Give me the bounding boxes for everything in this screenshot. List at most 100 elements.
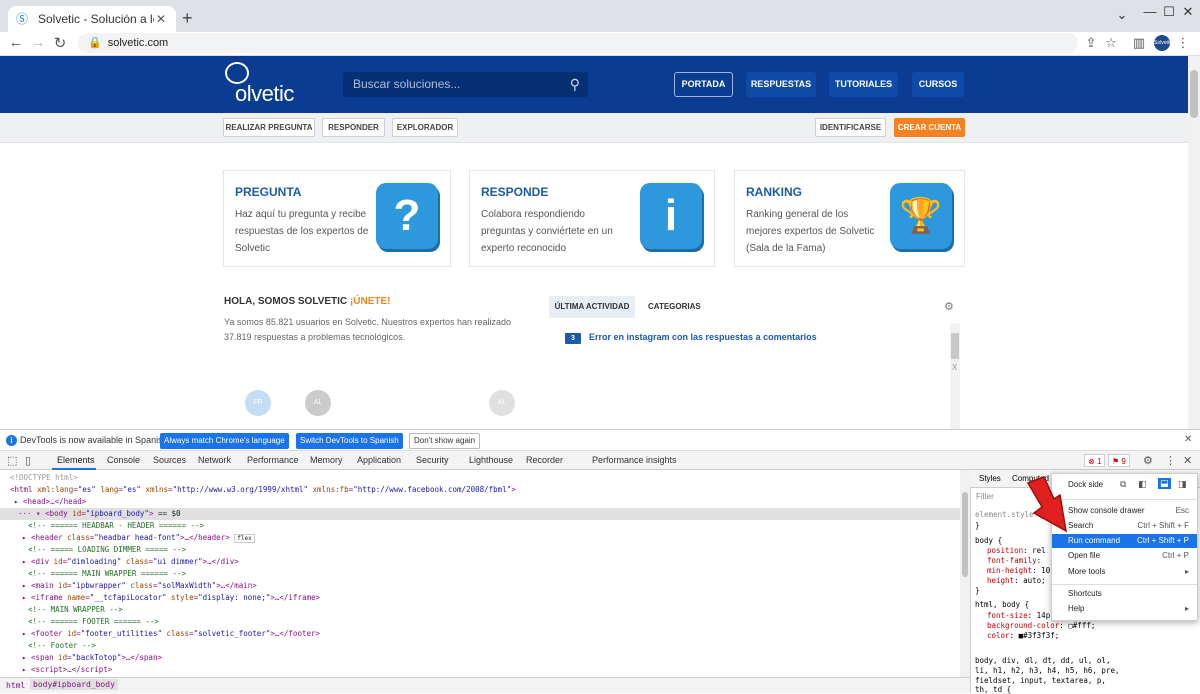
- menu-item-shortcuts[interactable]: Shortcuts: [1052, 587, 1197, 601]
- dom-comment[interactable]: <!-- ====== HEADBAR - HEADER ====== -->: [28, 520, 204, 532]
- gear-icon[interactable]: ⚙: [944, 300, 954, 313]
- style-decl[interactable]: height: auto;: [987, 576, 1046, 585]
- dom-line[interactable]: ▸ <script>…</script>: [22, 664, 112, 676]
- browser-tab[interactable]: Ⓢ Solvetic - Solución a los problem ✕: [8, 6, 176, 32]
- login-button[interactable]: IDENTIFICARSE: [815, 118, 886, 137]
- menu-item-search[interactable]: Search Ctrl + Shift + F: [1052, 519, 1197, 533]
- tab-console[interactable]: Console: [107, 455, 140, 465]
- elements-scrollbar[interactable]: [960, 470, 970, 677]
- style-decl[interactable]: font-family:: [987, 556, 1041, 565]
- scroll-thumb[interactable]: [962, 492, 968, 577]
- close-icon[interactable]: ✕: [1184, 434, 1192, 445]
- menu-item-console-drawer[interactable]: Show console drawer Esc: [1052, 504, 1197, 518]
- dom-comment[interactable]: <!-- ====== FOOTER ====== -->: [28, 616, 159, 628]
- menu-item-help[interactable]: Help ▸: [1052, 602, 1197, 616]
- forward-icon[interactable]: →: [28, 34, 48, 51]
- elements-dom-tree[interactable]: <!DOCTYPE html> <html xml:lang="es" lang…: [0, 470, 960, 677]
- nav-respuestas[interactable]: RESPUESTAS: [746, 72, 816, 97]
- switch-spanish-button[interactable]: Switch DevTools to Spanish: [296, 433, 403, 449]
- new-tab-button[interactable]: +: [182, 8, 193, 29]
- warning-count-badge[interactable]: ⚑ 9: [1108, 454, 1130, 467]
- dom-comment[interactable]: <!-- MAIN WRAPPER -->: [28, 604, 123, 616]
- nav-tutoriales[interactable]: TUTORIALES: [829, 72, 898, 97]
- avatar[interactable]: AL: [305, 390, 331, 416]
- tab-recorder[interactable]: Recorder: [526, 455, 563, 465]
- tab-styles[interactable]: Styles: [979, 474, 1001, 483]
- dom-line[interactable]: ▸ <footer id="footer_utilities" class="s…: [22, 628, 320, 640]
- dont-show-again-button[interactable]: Don't show again: [409, 433, 481, 449]
- nav-cursos[interactable]: CURSOS: [912, 72, 964, 97]
- close-window-button[interactable]: ✕: [1176, 4, 1200, 20]
- menu-kebab-icon[interactable]: ⋮: [1174, 35, 1192, 51]
- avatar[interactable]: AL: [489, 390, 515, 416]
- menu-item-more-tools[interactable]: More tools ▸: [1052, 565, 1197, 579]
- tab-network[interactable]: Network: [198, 455, 231, 465]
- match-language-button[interactable]: Always match Chrome's language: [160, 433, 289, 449]
- dom-line[interactable]: ▸ <header class="headbar head-font">…</h…: [22, 532, 255, 544]
- style-decl[interactable]: background-color: ▢#fff;: [987, 621, 1095, 630]
- style-rule[interactable]: li, h1, h2, h3, h4, h5, h6, pre,: [975, 666, 1120, 675]
- card-responde[interactable]: RESPONDE Colabora respondiendo preguntas…: [469, 170, 715, 267]
- style-decl[interactable]: min-height: 10: [987, 566, 1050, 575]
- dock-undock-icon[interactable]: ⧉: [1120, 479, 1126, 490]
- explorer-button[interactable]: EXPLORADOR: [392, 118, 458, 137]
- error-count-badge[interactable]: ⊗ 1: [1084, 454, 1106, 467]
- share-icon[interactable]: ⇪: [1082, 35, 1100, 51]
- dock-bottom-icon[interactable]: ⬓: [1158, 478, 1171, 489]
- tab-lighthouse[interactable]: Lighthouse: [469, 455, 513, 465]
- settings-gear-icon[interactable]: ⚙: [1143, 454, 1153, 467]
- dom-line[interactable]: ▸ <iframe name="__tcfapiLocator" style="…: [22, 592, 320, 604]
- address-bar[interactable]: 🔒 solvetic.com: [78, 33, 1078, 53]
- dom-comment[interactable]: <!-- Footer -->: [28, 640, 96, 652]
- tab-application[interactable]: Application: [357, 455, 401, 465]
- reload-icon[interactable]: ↻: [50, 34, 70, 52]
- dom-line[interactable]: ▸ <main id="ipbwrapper" class="solMaxWid…: [22, 580, 257, 592]
- tab-ultima-actividad[interactable]: ÚLTIMA ACTIVIDAD: [549, 296, 635, 318]
- close-devtools-icon[interactable]: ✕: [1183, 454, 1192, 467]
- activity-item[interactable]: 3 Error en instagram con las respuestas a…: [565, 332, 817, 344]
- style-decl[interactable]: color: ■#3f3f3f;: [987, 631, 1059, 640]
- tab-memory[interactable]: Memory: [310, 455, 343, 465]
- styles-filter-input[interactable]: Filter: [976, 492, 994, 501]
- dom-line-selected[interactable]: ··· ▾ <body id="ipboard_body"> == $0: [0, 508, 960, 520]
- breadcrumb-html[interactable]: html: [6, 681, 25, 690]
- page-scrollbar[interactable]: [1188, 56, 1200, 429]
- create-account-button[interactable]: CREAR CUENTA: [894, 118, 965, 137]
- answer-button[interactable]: RESPONDER: [322, 118, 385, 137]
- dom-line[interactable]: ▸ <span id="backTotop">…</span>: [22, 652, 162, 664]
- activity-scrollbar[interactable]: [950, 323, 960, 429]
- dom-comment[interactable]: <!-- ====== MAIN WRAPPER ====== -->: [28, 568, 186, 580]
- nav-portada[interactable]: PORTADA: [674, 72, 733, 97]
- search-input[interactable]: Buscar soluciones... ⚲: [343, 72, 588, 97]
- card-ranking[interactable]: RANKING Ranking general de los mejores e…: [734, 170, 965, 267]
- join-link[interactable]: ¡ÚNETE!: [350, 296, 391, 307]
- dom-line[interactable]: ▸ <head>…</head>: [14, 496, 86, 508]
- style-rule[interactable]: body, div, dl, dt, dd, ul, ol,: [975, 656, 1110, 665]
- style-decl[interactable]: font-size: 14p: [987, 611, 1050, 620]
- card-pregunta[interactable]: PREGUNTA Haz aquí tu pregunta y recibe r…: [223, 170, 451, 267]
- close-tab-icon[interactable]: ✕: [154, 12, 168, 26]
- scroll-thumb[interactable]: [1190, 70, 1198, 118]
- avatar[interactable]: FR: [245, 390, 271, 416]
- menu-item-open-file[interactable]: Open file Ctrl + P: [1052, 549, 1197, 563]
- dom-line[interactable]: <!DOCTYPE html>: [10, 472, 78, 484]
- profile-avatar[interactable]: Solvetic: [1154, 35, 1172, 51]
- inspect-icon[interactable]: ⬚: [7, 454, 17, 467]
- style-rule[interactable]: }: [975, 521, 980, 530]
- dom-line[interactable]: ▸ <div id="dimloading" class="ui dimmer"…: [22, 556, 239, 568]
- ask-question-button[interactable]: REALIZAR PREGUNTA: [223, 118, 315, 137]
- star-icon[interactable]: ☆: [1102, 35, 1120, 51]
- close-icon[interactable]: X: [952, 363, 957, 372]
- tab-performance[interactable]: Performance: [247, 455, 299, 465]
- back-icon[interactable]: ←: [6, 34, 26, 51]
- scroll-thumb[interactable]: [951, 333, 959, 359]
- tab-security[interactable]: Security: [416, 455, 449, 465]
- dom-comment[interactable]: <!-- ===== LOADING DIMMER ===== -->: [28, 544, 186, 556]
- style-decl[interactable]: position: rel: [987, 546, 1046, 555]
- breadcrumb-body[interactable]: body#ipboard_body: [30, 679, 118, 690]
- style-rule[interactable]: html, body {: [975, 600, 1029, 609]
- tab-performance-insights[interactable]: Performance insights: [592, 455, 677, 465]
- dom-line[interactable]: <html xml:lang="es" lang="es" xmlns="htt…: [10, 484, 516, 496]
- search-icon[interactable]: ⚲: [570, 72, 580, 97]
- devtools-menu-icon[interactable]: ⋮: [1165, 454, 1176, 467]
